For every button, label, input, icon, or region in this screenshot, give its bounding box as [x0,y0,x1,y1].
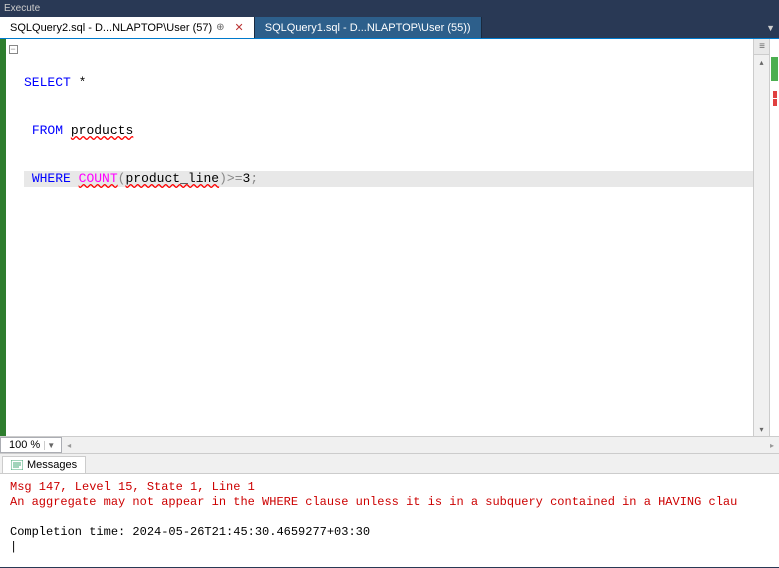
tab-dropdown-icon[interactable]: ▼ [766,23,775,33]
identifier-products: products [71,123,133,138]
cursor-indicator: | [10,540,769,555]
code-area[interactable]: SELECT * FROM products WHERE COUNT(produ… [20,39,753,436]
code-editor: − SELECT * FROM products WHERE COUNT(pro… [0,39,779,436]
tab-sqlquery2[interactable]: SQLQuery2.sql - D...NLAPTOP\User (57) ⊕ … [0,17,255,38]
tab-overflow: ▼ [482,17,779,38]
scrollbar-track[interactable] [754,69,769,422]
scroll-left-icon[interactable]: ◂ [62,441,76,450]
tab-sqlquery1[interactable]: SQLQuery1.sql - D...NLAPTOP\User (55)) [255,17,482,38]
results-tab-bar: Messages [0,454,779,474]
scroll-right-icon[interactable]: ▸ [765,441,779,450]
keyword-where: WHERE [32,171,71,186]
execute-button[interactable]: Execute [4,3,40,14]
tab-label: SQLQuery1.sql - D...NLAPTOP\User (55)) [265,22,471,34]
main-toolbar: Execute [0,0,779,17]
func-count: COUNT [79,171,118,186]
error-marker[interactable] [773,99,777,106]
tab-messages[interactable]: Messages [2,456,86,473]
chevron-down-icon[interactable]: ▼ [44,441,57,450]
zoom-select[interactable]: 100 % ▼ [0,437,62,453]
outline-gutter: − [6,39,20,436]
error-header: Msg 147, Level 15, State 1, Line 1 [10,480,769,495]
close-icon[interactable]: ✕ [235,21,244,34]
split-window-icon[interactable]: ≡ [754,39,770,55]
error-body: An aggregate may not appear in the WHERE… [10,495,769,510]
pin-icon[interactable]: ⊕ [216,22,224,33]
zoom-value: 100 % [5,439,44,451]
vertical-scrollbar[interactable]: ≡ ▴ ▾ [753,39,769,436]
editor-status-bar: 100 % ▼ ◂ ▸ [0,436,779,454]
messages-panel[interactable]: Msg 147, Level 15, State 1, Line 1 An ag… [0,474,779,567]
error-indicator-bar [769,39,779,436]
scroll-down-icon[interactable]: ▾ [754,422,769,436]
horizontal-scrollbar[interactable]: ◂ ▸ [62,438,779,452]
tab-label: SQLQuery2.sql - D...NLAPTOP\User (57) [10,22,212,34]
outline-collapse-icon[interactable]: − [9,45,18,54]
error-marker[interactable] [773,91,777,98]
messages-icon [11,460,23,470]
identifier-product-line: product_line [125,171,219,186]
completion-time: Completion time: 2024-05-26T21:45:30.465… [10,525,769,540]
keyword-select: SELECT [24,75,71,90]
scroll-up-icon[interactable]: ▴ [754,55,769,69]
ok-indicator [771,57,778,81]
tab-bar: SQLQuery2.sql - D...NLAPTOP\User (57) ⊕ … [0,17,779,39]
messages-tab-label: Messages [27,459,77,471]
keyword-from: FROM [32,123,63,138]
